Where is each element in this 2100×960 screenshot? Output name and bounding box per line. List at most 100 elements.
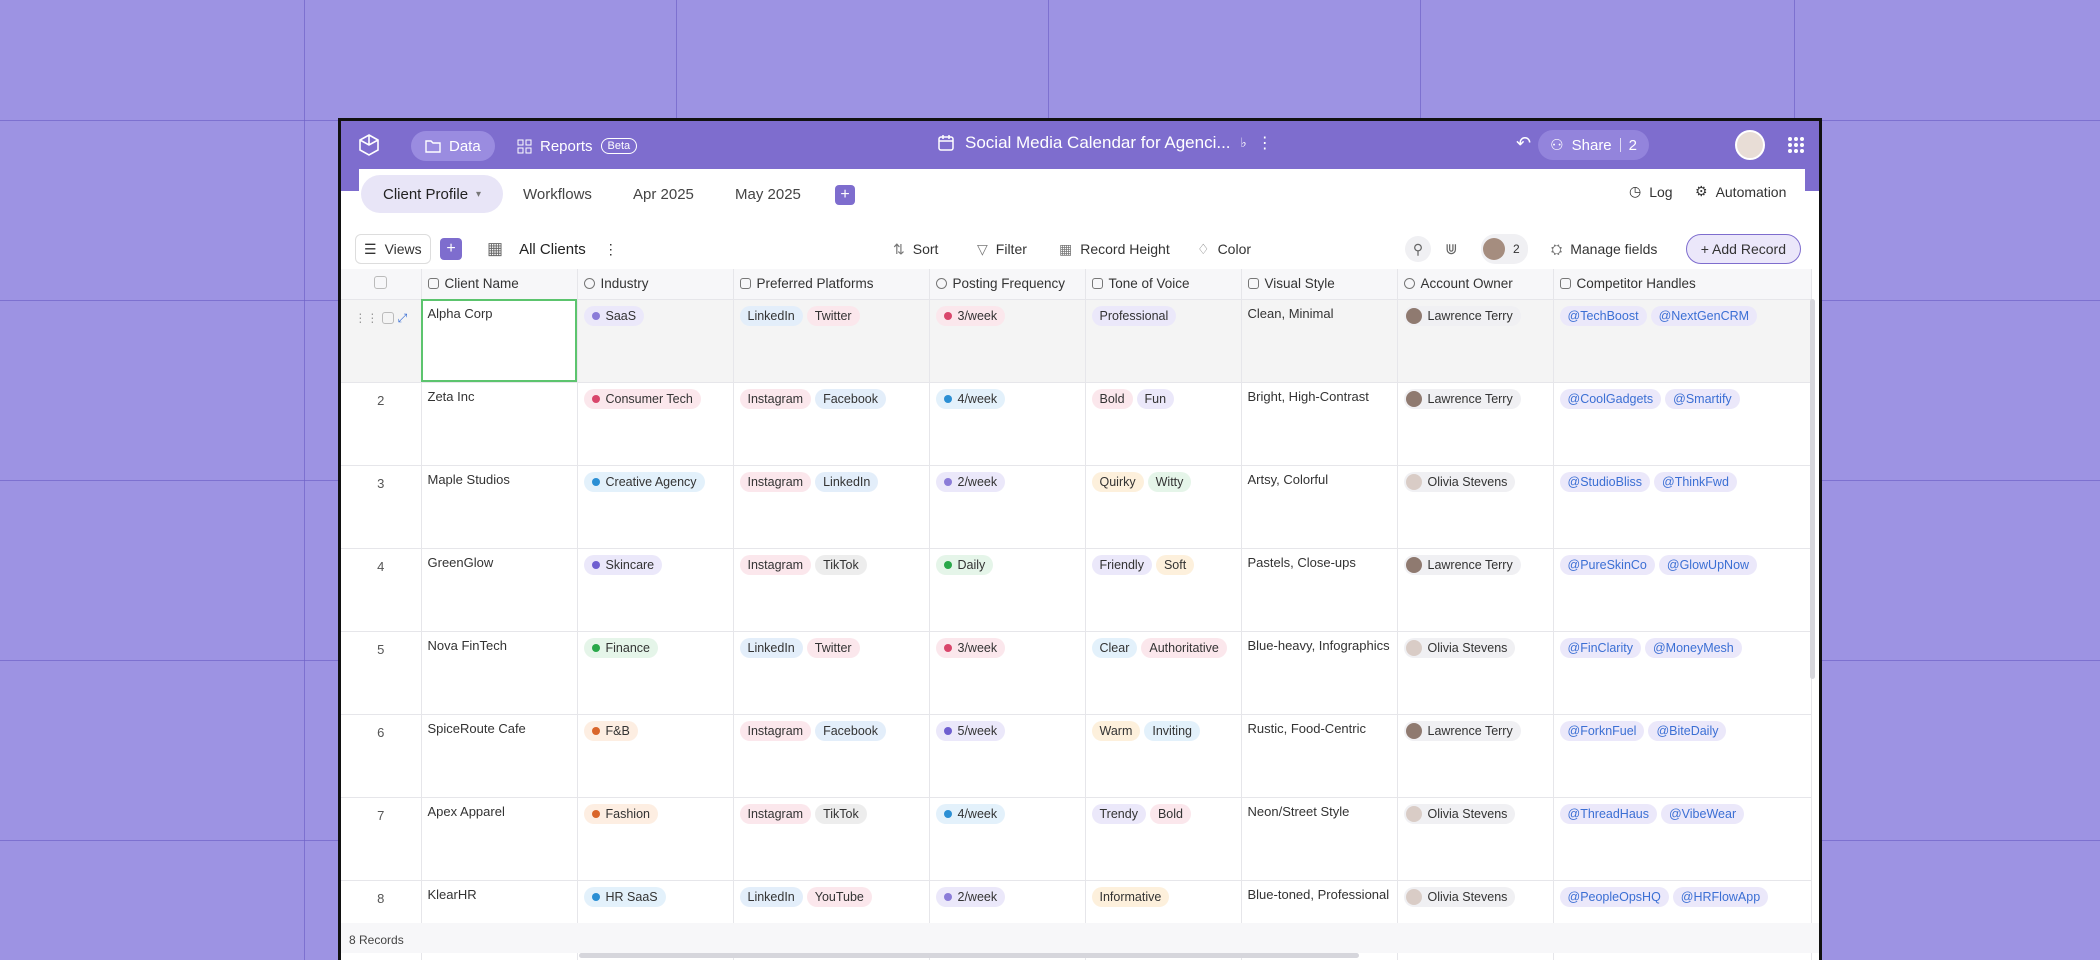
cell-client-name[interactable]: GreenGlow — [421, 548, 578, 632]
handle-chip[interactable]: @FinClarity — [1559, 637, 1641, 658]
cell-account-owner[interactable]: Olivia Stevens — [1397, 631, 1554, 715]
cell-posting-frequency[interactable]: Daily — [929, 548, 1086, 632]
collaborators-button[interactable]: 2 — [1481, 234, 1528, 264]
share-link-button[interactable]: ⋓ — [1445, 234, 1458, 264]
owner-chip[interactable]: Olivia Stevens — [1403, 886, 1516, 907]
color-button[interactable]: ♢ Color — [1197, 234, 1251, 264]
frequency-chip[interactable]: 3/week — [935, 305, 1006, 326]
manage-fields-button[interactable]: ⛭ Manage fields — [1551, 234, 1657, 264]
handle-chip[interactable]: @BiteDaily — [1648, 720, 1727, 741]
cell-visual-style[interactable]: Clean, Minimal — [1241, 299, 1398, 383]
current-view[interactable]: ▦ All Clients ⋮ — [487, 234, 618, 264]
owner-chip[interactable]: Olivia Stevens — [1403, 637, 1516, 658]
select-all-checkbox[interactable] — [341, 269, 422, 300]
owner-chip[interactable]: Lawrence Terry — [1403, 388, 1521, 409]
column-header-preferred-platforms[interactable]: Preferred Platforms — [733, 269, 930, 300]
search-button[interactable]: ⚲ — [1405, 234, 1431, 264]
undo-icon[interactable]: ↶ — [1516, 133, 1531, 154]
automation-button[interactable]: ⚙ Automation — [1695, 183, 1786, 200]
cell-tone-of-voice[interactable]: Clear Authoritative — [1085, 631, 1242, 715]
tone-chip[interactable]: Fun — [1136, 388, 1175, 409]
cell-competitor-handles[interactable]: @ForknFuel @BiteDaily — [1553, 714, 1812, 798]
handle-chip[interactable]: @CoolGadgets — [1559, 388, 1662, 409]
cell-posting-frequency[interactable]: 5/week — [929, 714, 1086, 798]
platforms-chip[interactable]: TikTok — [815, 803, 867, 824]
cell-client-name[interactable]: Zeta Inc — [421, 382, 578, 466]
cell-posting-frequency[interactable]: 4/week — [929, 382, 1086, 466]
frequency-chip[interactable]: 2/week — [935, 471, 1006, 492]
column-header-visual-style[interactable]: Visual Style — [1241, 269, 1398, 300]
table-row[interactable]: ⋮⋮ ⤢ Alpha Corp SaaS LinkedIn Twitter 3/week P… — [341, 299, 1812, 383]
frequency-chip[interactable]: Daily — [935, 554, 994, 575]
tone-chip[interactable]: Quirky — [1091, 471, 1144, 492]
industry-chip[interactable]: HR SaaS — [583, 886, 666, 907]
record-height-button[interactable]: ▦ Record Height — [1059, 234, 1170, 264]
cell-account-owner[interactable]: Olivia Stevens — [1397, 465, 1554, 549]
frequency-chip[interactable]: 5/week — [935, 720, 1006, 741]
more-vertical-icon[interactable]: ⋮ — [604, 241, 618, 258]
log-button[interactable]: ◷ Log — [1629, 183, 1673, 200]
cell-posting-frequency[interactable]: 4/week — [929, 797, 1086, 881]
cell-client-name[interactable]: Maple Studios — [421, 465, 578, 549]
row-checkbox[interactable] — [381, 311, 394, 324]
tone-chip[interactable]: Professional — [1091, 305, 1177, 326]
more-vertical-icon[interactable]: ⋮ — [1257, 133, 1273, 153]
cell-client-name[interactable]: Nova FinTech — [421, 631, 578, 715]
cell-industry[interactable]: Creative Agency — [577, 465, 734, 549]
cell-tone-of-voice[interactable]: Quirky Witty — [1085, 465, 1242, 549]
cell-visual-style[interactable]: Blue-heavy, Infographics — [1241, 631, 1398, 715]
share-button[interactable]: ⚇ Share 2 — [1538, 130, 1649, 160]
handle-chip[interactable]: @PeopleOpsHQ — [1559, 886, 1669, 907]
industry-chip[interactable]: Consumer Tech — [583, 388, 701, 409]
cell-visual-style[interactable]: Bright, High-Contrast — [1241, 382, 1398, 466]
tone-chip[interactable]: Trendy — [1091, 803, 1146, 824]
platforms-chip[interactable]: Instagram — [739, 388, 812, 409]
data-tab-button[interactable]: Data — [411, 131, 495, 161]
tone-chip[interactable]: Clear — [1091, 637, 1138, 658]
handle-chip[interactable]: @GlowUpNow — [1658, 554, 1758, 575]
column-header-posting-frequency[interactable]: Posting Frequency — [929, 269, 1086, 300]
platforms-chip[interactable]: LinkedIn — [739, 305, 803, 326]
handle-chip[interactable]: @NextGenCRM — [1650, 305, 1758, 326]
industry-chip[interactable]: Finance — [583, 637, 658, 658]
table-row[interactable]: 7 Apex Apparel Fashion Instagram TikTok 4/wee… — [341, 797, 1812, 881]
horizontal-scrollbar[interactable] — [579, 953, 1359, 958]
cell-preferred-platforms[interactable]: Instagram Facebook — [733, 382, 930, 466]
cell-tone-of-voice[interactable]: Professional — [1085, 299, 1242, 383]
app-logo-icon[interactable] — [357, 133, 381, 157]
cell-preferred-platforms[interactable]: Instagram LinkedIn — [733, 465, 930, 549]
cell-competitor-handles[interactable]: @CoolGadgets @Smartify — [1553, 382, 1812, 466]
frequency-chip[interactable]: 4/week — [935, 803, 1006, 824]
frequency-chip[interactable]: 4/week — [935, 388, 1006, 409]
cell-competitor-handles[interactable]: @PureSkinCo @GlowUpNow — [1553, 548, 1812, 632]
table-row[interactable]: 6 SpiceRoute Cafe F&B Instagram Facebook 5/we… — [341, 714, 1812, 798]
cell-preferred-platforms[interactable]: Instagram Facebook — [733, 714, 930, 798]
cell-account-owner[interactable]: Olivia Stevens — [1397, 797, 1554, 881]
handle-chip[interactable]: @StudioBliss — [1559, 471, 1651, 492]
reports-tab-button[interactable]: Reports Beta — [509, 131, 645, 161]
cell-tone-of-voice[interactable]: Trendy Bold — [1085, 797, 1242, 881]
cell-industry[interactable]: SaaS — [577, 299, 734, 383]
platforms-chip[interactable]: Instagram — [739, 803, 812, 824]
cell-preferred-platforms[interactable]: LinkedIn Twitter — [733, 631, 930, 715]
platforms-chip[interactable]: Instagram — [739, 554, 812, 575]
drag-handle-icon[interactable]: ⋮⋮ — [354, 311, 378, 325]
table-row[interactable]: 5 Nova FinTech Finance LinkedIn Twitter 3/wee… — [341, 631, 1812, 715]
cell-visual-style[interactable]: Artsy, Colorful — [1241, 465, 1398, 549]
user-avatar[interactable] — [1735, 130, 1765, 160]
handle-chip[interactable]: @ThreadHaus — [1559, 803, 1657, 824]
column-header-tone-of-voice[interactable]: Tone of Voice — [1085, 269, 1242, 300]
platforms-chip[interactable]: LinkedIn — [739, 886, 803, 907]
platforms-chip[interactable]: Instagram — [739, 471, 812, 492]
document-title[interactable]: Social Media Calendar for Agenci... ♭ ⋮ — [937, 133, 1273, 153]
industry-chip[interactable]: Skincare — [583, 554, 663, 575]
cell-preferred-platforms[interactable]: Instagram TikTok — [733, 797, 930, 881]
tab-apr-2025[interactable]: Apr 2025 — [633, 175, 694, 213]
column-header-competitor-handles[interactable]: Competitor Handles — [1553, 269, 1812, 300]
cell-industry[interactable]: Skincare — [577, 548, 734, 632]
cell-preferred-platforms[interactable]: Instagram TikTok — [733, 548, 930, 632]
cell-tone-of-voice[interactable]: Friendly Soft — [1085, 548, 1242, 632]
cell-competitor-handles[interactable]: @ThreadHaus @VibeWear — [1553, 797, 1812, 881]
cell-client-name[interactable]: SpiceRoute Cafe — [421, 714, 578, 798]
handle-chip[interactable]: @TechBoost — [1559, 305, 1647, 326]
